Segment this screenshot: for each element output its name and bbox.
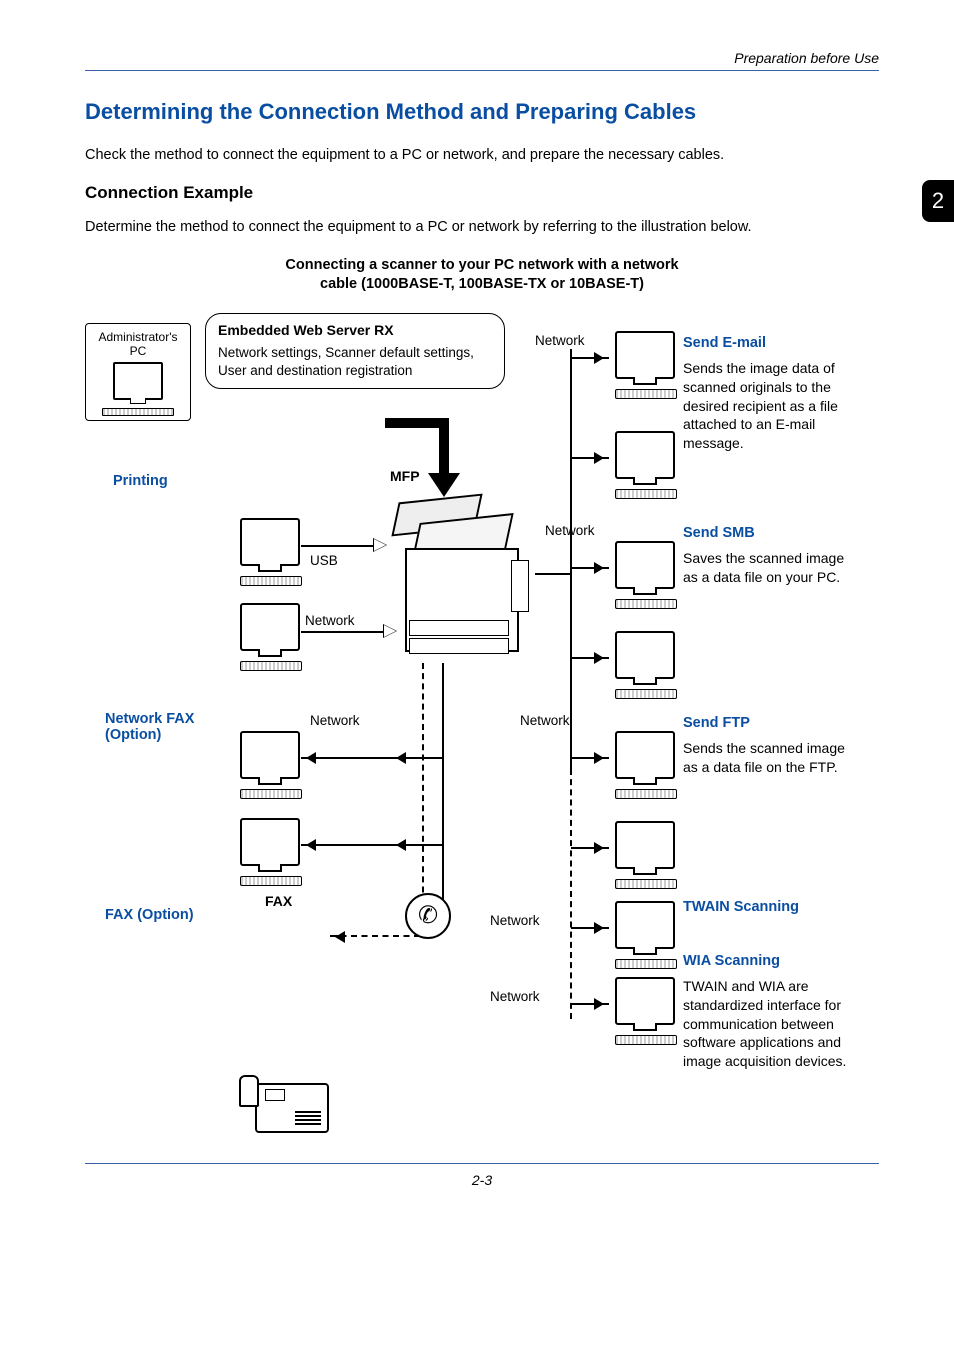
wia-title: WIA Scanning bbox=[683, 953, 780, 969]
network-trunk bbox=[570, 349, 572, 769]
computer-icon bbox=[240, 518, 296, 586]
diagram-title: Connecting a scanner to your PC network … bbox=[85, 256, 879, 295]
fax-option-label: FAX (Option) bbox=[105, 907, 194, 923]
page-number: 2-3 bbox=[472, 1172, 492, 1188]
computer-icon bbox=[240, 603, 296, 671]
keyboard-icon bbox=[102, 408, 174, 416]
network-label: Network bbox=[545, 523, 595, 538]
computer-icon bbox=[615, 901, 671, 969]
fax-icon bbox=[255, 1083, 329, 1133]
line bbox=[535, 573, 571, 575]
section-title: Determining the Connection Method and Pr… bbox=[85, 99, 879, 125]
network-label: Network bbox=[535, 333, 585, 348]
network-fax-label: Network FAX (Option) bbox=[105, 711, 225, 743]
line bbox=[301, 631, 385, 633]
network-label: Network bbox=[310, 713, 360, 728]
computer-icon bbox=[615, 541, 671, 609]
line-arrow bbox=[301, 757, 391, 759]
admin-pc-box: Administrator's PC bbox=[85, 323, 191, 421]
computer-icon bbox=[615, 821, 671, 889]
connection-diagram: Administrator's PC Embedded Web Server R… bbox=[85, 313, 879, 1133]
diagram-title-line2: cable (1000BASE-T, 100BASE-TX or 10BASE-… bbox=[320, 276, 644, 292]
admin-pc-label: Administrator's PC bbox=[90, 330, 186, 358]
twain-title: TWAIN Scanning bbox=[683, 899, 799, 915]
connection-example-text: Determine the method to connect the equi… bbox=[85, 217, 879, 237]
send-ftp-title: Send FTP bbox=[683, 715, 750, 731]
computer-icon bbox=[113, 362, 163, 400]
mfp-label: MFP bbox=[390, 468, 420, 484]
send-smb-desc: Saves the scanned image as a data file o… bbox=[683, 549, 853, 587]
fax-label: FAX bbox=[265, 893, 292, 909]
computer-icon bbox=[240, 818, 296, 886]
send-email-desc: Sends the image data of scanned original… bbox=[683, 359, 853, 453]
computer-icon bbox=[240, 731, 296, 799]
mfp-icon bbox=[385, 488, 535, 658]
chapter-badge: 2 bbox=[922, 180, 954, 222]
usb-label: USB bbox=[310, 553, 338, 568]
wia-desc: TWAIN and WIA are standardized interface… bbox=[683, 977, 858, 1071]
connection-example-heading: Connection Example bbox=[85, 183, 879, 203]
webserver-callout: Embedded Web Server RX Network settings,… bbox=[205, 313, 505, 389]
send-ftp-desc: Sends the scanned image as a data file o… bbox=[683, 739, 853, 777]
network-trunk-dashed bbox=[570, 769, 572, 1019]
line-arrow bbox=[301, 844, 391, 846]
network-label: Network bbox=[490, 989, 540, 1004]
computer-icon bbox=[615, 331, 671, 399]
computer-icon bbox=[615, 731, 671, 799]
line bbox=[442, 663, 444, 923]
open-arrow-icon bbox=[383, 624, 404, 638]
computer-icon bbox=[615, 431, 671, 499]
line-arrow bbox=[571, 357, 609, 359]
diagram-title-line1: Connecting a scanner to your PC network … bbox=[285, 257, 678, 273]
computer-icon bbox=[615, 631, 671, 699]
backbone-vert bbox=[439, 418, 449, 478]
network-label: Network bbox=[520, 713, 570, 728]
line-dashed bbox=[422, 663, 424, 923]
intro-paragraph: Check the method to connect the equipmen… bbox=[85, 145, 879, 165]
printing-label: Printing bbox=[113, 473, 168, 489]
open-arrow-icon bbox=[373, 538, 394, 552]
running-header: Preparation before Use bbox=[85, 50, 879, 66]
network-label: Network bbox=[490, 913, 540, 928]
callout-desc: Network settings, Scanner default settin… bbox=[218, 344, 492, 380]
backbone-line bbox=[385, 418, 445, 428]
computer-icon bbox=[615, 977, 671, 1045]
send-smb-title: Send SMB bbox=[683, 525, 755, 541]
send-email-title: Send E-mail bbox=[683, 335, 766, 351]
phone-icon: ✆ bbox=[405, 893, 451, 939]
network-label: Network bbox=[305, 613, 355, 628]
callout-title: Embedded Web Server RX bbox=[218, 322, 492, 338]
line bbox=[301, 545, 375, 547]
